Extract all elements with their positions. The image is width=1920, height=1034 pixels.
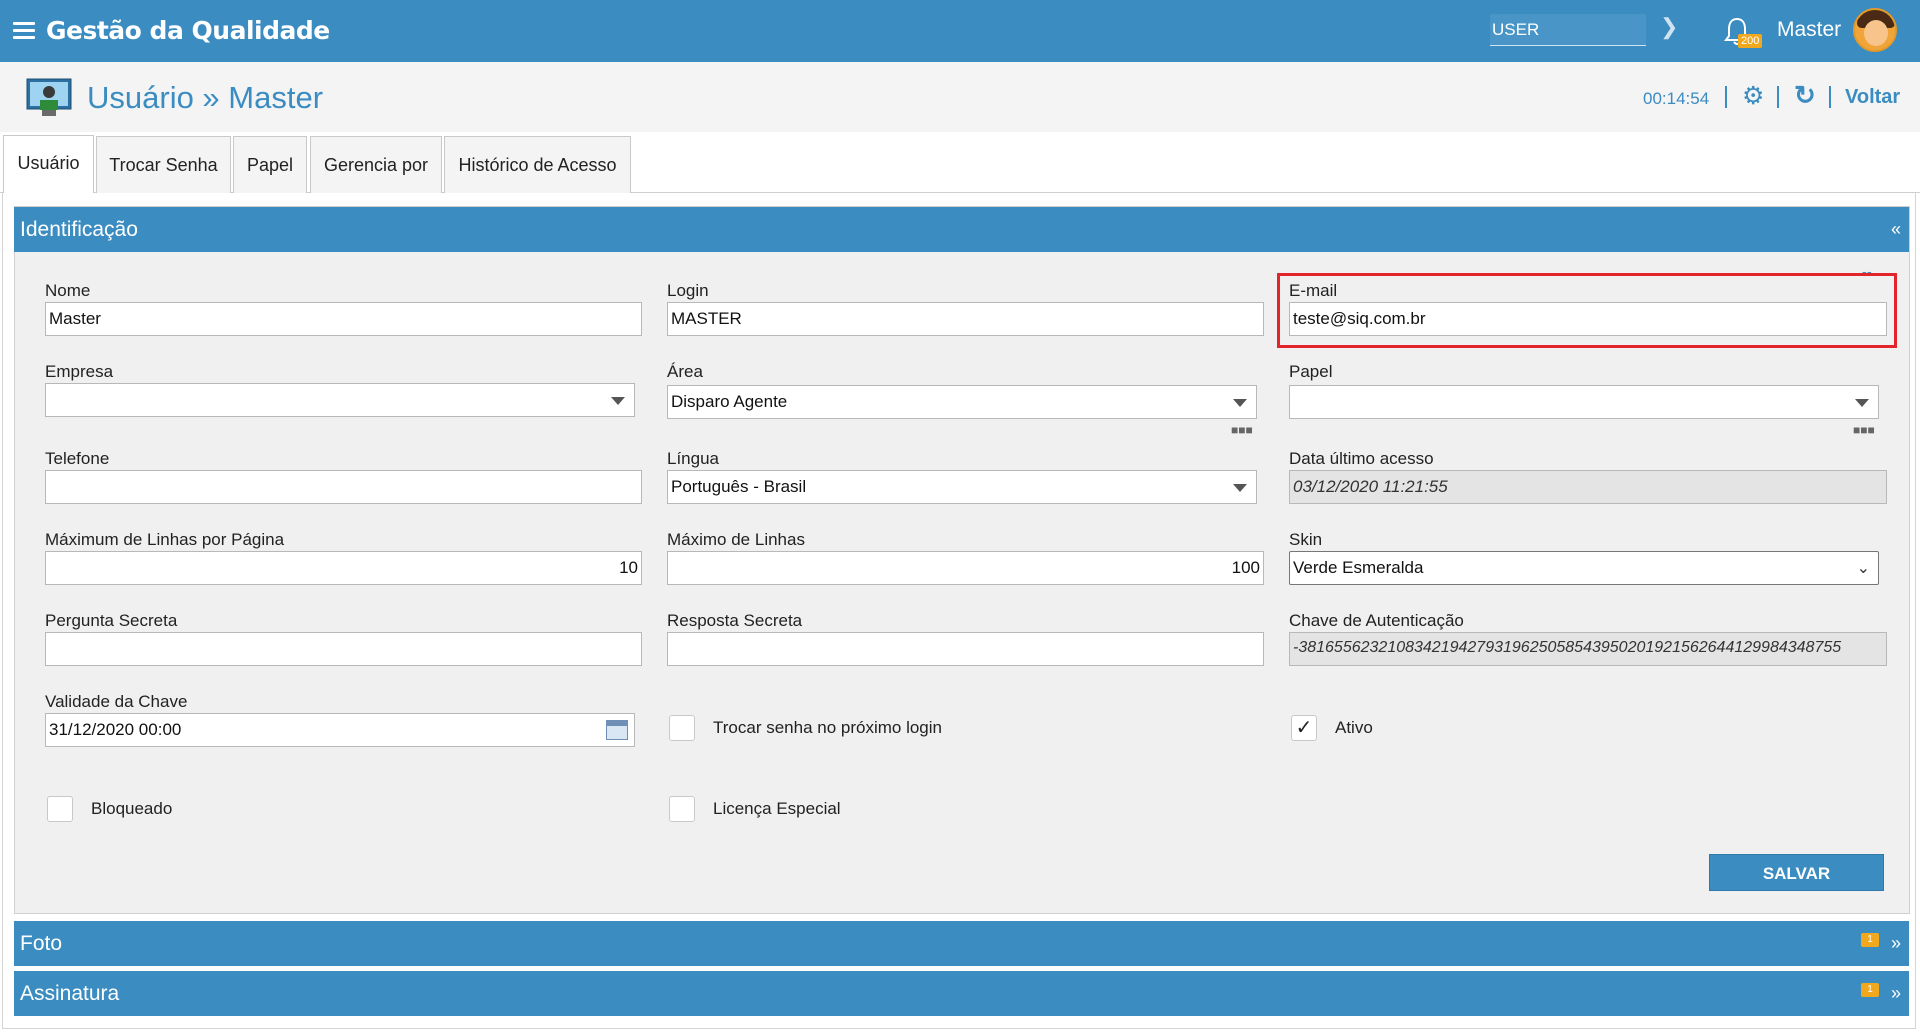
tab-gerencia-por[interactable]: Gerencia por: [310, 136, 442, 193]
lingua-label: Língua: [667, 449, 719, 468]
trocar-senha-checkbox[interactable]: [669, 715, 695, 741]
notification-badge: 200: [1738, 34, 1763, 48]
menu-icon[interactable]: [13, 22, 35, 40]
section-title: Foto: [20, 932, 63, 955]
bloqueado-label: Bloqueado: [91, 799, 173, 818]
chevron-down-icon: [611, 397, 625, 405]
gear-icon[interactable]: ⚙: [1742, 84, 1764, 109]
ativo-checkbox[interactable]: ✓: [1291, 715, 1317, 741]
user-filter-input[interactable]: USER: [1490, 14, 1646, 46]
resposta-secreta-label: Resposta Secreta: [667, 611, 803, 630]
note-badge: 1: [1861, 983, 1879, 997]
user-name[interactable]: Master: [1777, 18, 1841, 42]
top-bar: Gestão da Qualidade USER ❯ 200 Master: [0, 0, 1920, 62]
divider: [1829, 86, 1831, 108]
avatar[interactable]: [1853, 8, 1897, 52]
login-label: Login: [667, 281, 709, 300]
tab-papel[interactable]: Papel: [233, 136, 307, 193]
collapse-icon[interactable]: «: [1891, 219, 1901, 240]
refresh-icon[interactable]: ↻: [1794, 82, 1816, 108]
chevron-right-icon[interactable]: ❯: [1660, 14, 1678, 40]
pergunta-secreta-input[interactable]: [45, 632, 642, 666]
chevron-down-icon: [1855, 399, 1869, 407]
divider: [1725, 86, 1727, 108]
data-ultimo-acesso-label: Data último acesso: [1289, 449, 1434, 468]
section-foto[interactable]: Foto 1 »: [14, 921, 1909, 966]
email-highlight: [1277, 273, 1897, 348]
section-title: Identificação: [20, 218, 138, 241]
papel-label: Papel: [1289, 362, 1333, 381]
more-icon[interactable]: ■■■: [1231, 423, 1253, 437]
trocar-senha-label: Trocar senha no próximo login: [713, 718, 942, 737]
max-linhas-pagina-input[interactable]: 10: [45, 551, 642, 585]
page-header: Usuário » Master 00:14:54 ⚙ ↻ Voltar: [0, 62, 1920, 132]
calendar-icon[interactable]: [606, 720, 628, 740]
max-linhas-input[interactable]: 100: [667, 551, 1264, 585]
telefone-input[interactable]: [45, 470, 642, 504]
validade-chave-input[interactable]: 31/12/2020 00:00: [45, 713, 635, 747]
max-linhas-pagina-label: Máximum de Linhas por Página: [45, 530, 285, 549]
app-title: Gestão da Qualidade: [46, 16, 330, 45]
more-icon[interactable]: ■■■: [1853, 423, 1875, 437]
telefone-label: Telefone: [45, 449, 110, 468]
licenca-especial-checkbox[interactable]: [669, 796, 695, 822]
nome-label: Nome: [45, 281, 91, 300]
area-select[interactable]: Disparo Agente: [667, 385, 1257, 419]
section-title: Assinatura: [20, 982, 120, 1005]
skin-select[interactable]: Verde Esmeralda ⌄: [1289, 551, 1879, 585]
chevron-down-icon: ⌄: [1856, 560, 1870, 577]
chevron-down-icon: [1233, 484, 1247, 492]
pergunta-secreta-label: Pergunta Secreta: [45, 611, 178, 630]
section-assinatura[interactable]: Assinatura 1 »: [14, 971, 1909, 1016]
empresa-select[interactable]: [45, 383, 635, 417]
session-timer: 00:14:54: [1643, 89, 1710, 108]
data-ultimo-acesso-field: 03/12/2020 11:21:55: [1289, 470, 1887, 504]
save-button[interactable]: SALVAR: [1709, 854, 1884, 891]
expand-icon[interactable]: »: [1891, 933, 1901, 954]
chave-autenticacao-field: -381655623210834219427931962505854395020…: [1289, 632, 1887, 666]
login-input[interactable]: MASTER: [667, 302, 1264, 336]
user-monitor-icon: [26, 78, 72, 116]
empresa-label: Empresa: [45, 362, 114, 381]
validade-chave-label: Validade da Chave: [45, 692, 188, 711]
expand-icon[interactable]: »: [1891, 983, 1901, 1004]
chevron-down-icon: [1233, 399, 1247, 407]
resposta-secreta-input[interactable]: [667, 632, 1264, 666]
chave-autenticacao-label: Chave de Autenticação: [1289, 611, 1464, 630]
tab-historico-acesso[interactable]: Histórico de Acesso: [444, 136, 631, 193]
ativo-label: Ativo: [1335, 718, 1373, 737]
divider: [1777, 86, 1779, 108]
bloqueado-checkbox[interactable]: [47, 796, 73, 822]
lingua-select[interactable]: Português - Brasil: [667, 470, 1257, 504]
nome-input[interactable]: Master: [45, 302, 642, 336]
note-badge: 1: [1861, 933, 1879, 947]
licenca-especial-label: Licença Especial: [713, 799, 841, 818]
area-label: Área: [667, 362, 703, 381]
tab-bar: Usuário Trocar Senha Papel Gerencia por …: [0, 132, 1920, 193]
papel-select[interactable]: [1289, 385, 1879, 419]
skin-label: Skin: [1289, 530, 1323, 549]
tab-usuario[interactable]: Usuário: [3, 135, 94, 193]
max-linhas-label: Máximo de Linhas: [667, 530, 805, 549]
section-identificacao[interactable]: Identificação «: [14, 207, 1909, 252]
page-title: Usuário » Master: [87, 80, 324, 115]
back-link[interactable]: Voltar: [1845, 86, 1900, 109]
tab-trocar-senha[interactable]: Trocar Senha: [96, 136, 231, 193]
